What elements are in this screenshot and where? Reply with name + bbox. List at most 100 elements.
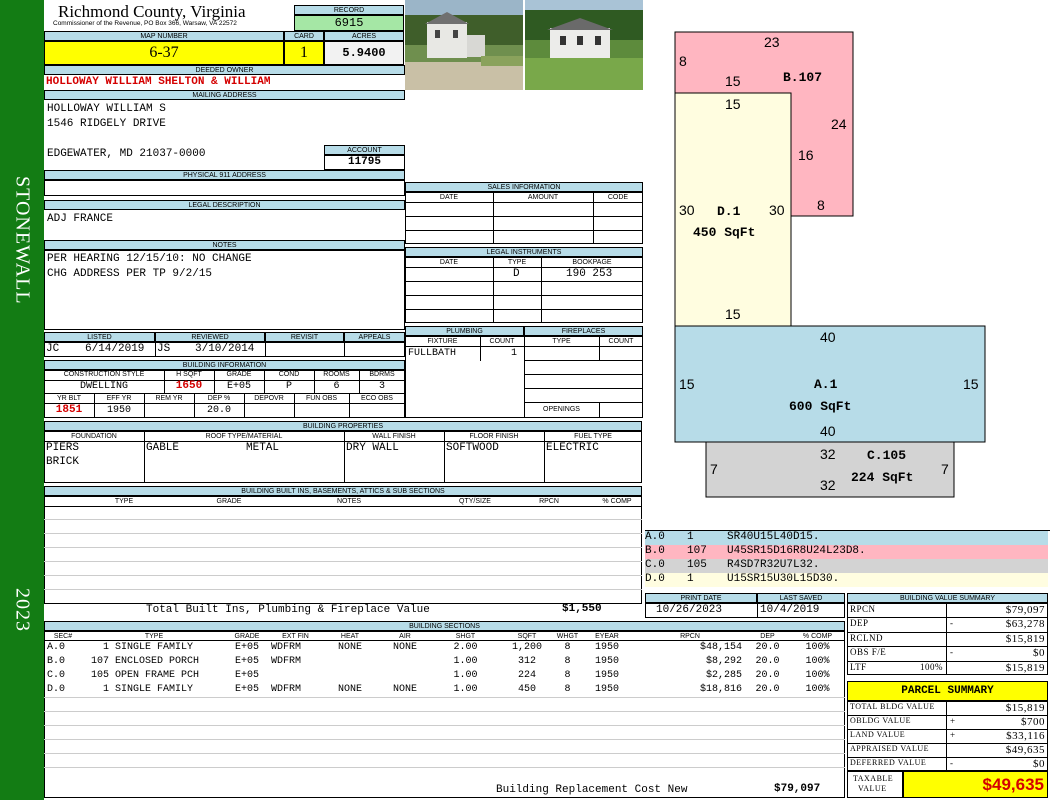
print-date-label: PRINT DATE (645, 593, 757, 603)
parcel-summary-key: TOTAL BLDG VALUE (850, 702, 935, 711)
parcel-summary-divider (847, 729, 1048, 730)
section-cell-dep: 20.0 (755, 670, 780, 681)
instr-bookpage-col: BOOKPAGE (572, 259, 612, 266)
value-summary-col-divider (946, 603, 947, 675)
value-summary-key: RPCN (850, 604, 876, 614)
parcel-summary-title: PARCEL SUMMARY (847, 681, 1048, 701)
value-summary-key: RCLND (850, 632, 884, 643)
fixture-count-col: COUNT (489, 338, 515, 345)
roof-col: ROOF TYPE/MATERIAL (205, 433, 283, 440)
sales-code-col: CODE (607, 194, 629, 201)
section-cell-sec: A.0 (47, 642, 66, 653)
value-summary-key: OBS F/E (850, 647, 887, 658)
wall-col: WALL FINISH (372, 433, 416, 440)
instr-type-col: TYPE (507, 259, 527, 266)
instr-type: D (513, 268, 520, 280)
year-built: 1851 (55, 404, 83, 416)
section-cell-dep: 20.0 (755, 656, 780, 667)
label-b: B.107 (783, 70, 822, 85)
section-empty-row (44, 767, 845, 768)
instr-bookpage: 190 253 (566, 268, 613, 280)
section-cell-whgt: 8 (564, 670, 571, 681)
section-cell-sqft: 450 (517, 684, 536, 695)
building-bdrms: 3 (378, 381, 385, 392)
builtins-label: BUILDING BUILT INS, BASEMENTS, ATTICS & … (44, 486, 642, 496)
card-label: CARD (284, 31, 324, 41)
section-cell-ext: WDFRM (271, 684, 302, 695)
section-cell-heat: NONE (337, 642, 362, 653)
area-a: 600 SqFt (789, 399, 851, 414)
roof-material: METAL (246, 442, 280, 454)
section-cell-ext: WDFRM (271, 656, 302, 667)
builtin-notes-col: NOTES (336, 498, 362, 505)
value-summary-label: BUILDING VALUE SUMMARY (847, 593, 1048, 603)
section-cell-dep: 20.0 (755, 642, 780, 653)
value-summary-amount: $79,097 (1005, 604, 1045, 616)
section-cell-grade: E+05 (234, 656, 259, 667)
house-photo-2 (525, 0, 643, 90)
foundation-2: BRICK (46, 456, 80, 468)
parcel-summary-col-divider (946, 701, 947, 771)
legend-code: B.0 (645, 545, 665, 557)
dep-percent: 20.0 (206, 405, 231, 416)
dim-c-top: 32 (820, 446, 836, 462)
map-number: 6-37 (44, 41, 284, 65)
acres-label: ACRES (324, 31, 404, 41)
house-photo-1 (405, 0, 523, 90)
section-cell-type: 105 OPEN FRAME PCH (85, 670, 200, 681)
parcel-summary-key: OBLDG VALUE (850, 716, 911, 725)
physical-address-label: PHYSICAL 911 ADDRESS (44, 170, 405, 180)
section-cell-eyear: 1950 (594, 670, 619, 681)
legend-code: D.0 (645, 573, 665, 585)
effyr-col: EFF YR (106, 395, 132, 402)
dim-c-right: 7 (941, 461, 949, 477)
section-cell-comp: 100% (805, 670, 830, 681)
building-properties-label: BUILDING PROPERTIES (44, 421, 642, 431)
section-cell-shgt: 1.00 (453, 684, 478, 695)
section-cell-sec: D.0 (47, 684, 66, 695)
construction-style: DWELLING (79, 381, 128, 392)
section-empty-row (44, 753, 845, 754)
fuel-type: ELECTRIC (546, 442, 599, 454)
fireplace-count-col: COUNT (608, 338, 634, 345)
section-cell-comp: 100% (805, 684, 830, 695)
value-summary-key: DEP (850, 618, 869, 629)
property-photos (405, 0, 643, 90)
parcel-summary-sign: - (950, 758, 954, 768)
dim-c-bottom: 32 (820, 477, 836, 493)
heated-sqft: 1650 (175, 380, 203, 392)
instr-date-col: DATE (439, 259, 459, 266)
commissioner-address: Commissioner of the Revenue, PO Box 366,… (53, 20, 237, 27)
legend-row-b: B.0 107 U45SR15D16R8U24L23D8. (645, 545, 1048, 559)
value-summary-divider (847, 660, 1048, 662)
section-cell-ext: WDFRM (271, 642, 302, 653)
legal-description-label: LEGAL DESCRIPTION (44, 200, 405, 210)
section-cell-comp: 100% (805, 642, 830, 653)
legend-number: 1 (687, 531, 694, 543)
dim-a-bottom: 40 (820, 423, 836, 439)
dim-b-top: 23 (764, 34, 780, 50)
account-number: 11795 (324, 155, 405, 170)
mailing-line-3: EDGEWATER, MD 21037-0000 (47, 148, 206, 160)
value-summary-divider (847, 631, 1048, 633)
dim-b-bottom: 15 (725, 73, 741, 89)
sales-label: SALES INFORMATION (405, 182, 643, 192)
wall-finish: DRY WALL (346, 442, 399, 454)
fireplaces-label: FIREPLACES (524, 326, 643, 336)
depovr-col: DEPOVR (254, 395, 284, 402)
builtin-rpcn-col: RPCN (539, 498, 559, 505)
section-cell-type: 1 SINGLE FAMILY (85, 684, 194, 695)
section-cell-sqft: 1,200 (511, 642, 542, 653)
account-label: ACCOUNT (324, 145, 405, 155)
section-cell-grade: E+05 (234, 642, 259, 653)
revisit-label: REVISIT (265, 332, 344, 342)
builtins-total-value: $1,550 (562, 603, 602, 615)
dim-a-top: 40 (820, 329, 836, 345)
section-cell-eyear: 1950 (594, 684, 619, 695)
fuel-col: FUEL TYPE (574, 433, 612, 440)
section-cell-shgt: 2.00 (453, 642, 478, 653)
dep-col: DEP % (207, 395, 231, 402)
section-cell-whgt: 8 (564, 656, 571, 667)
section-cell-sqft: 224 (517, 670, 536, 681)
parcel-summary-key: DEFERRED VALUE (850, 758, 927, 767)
